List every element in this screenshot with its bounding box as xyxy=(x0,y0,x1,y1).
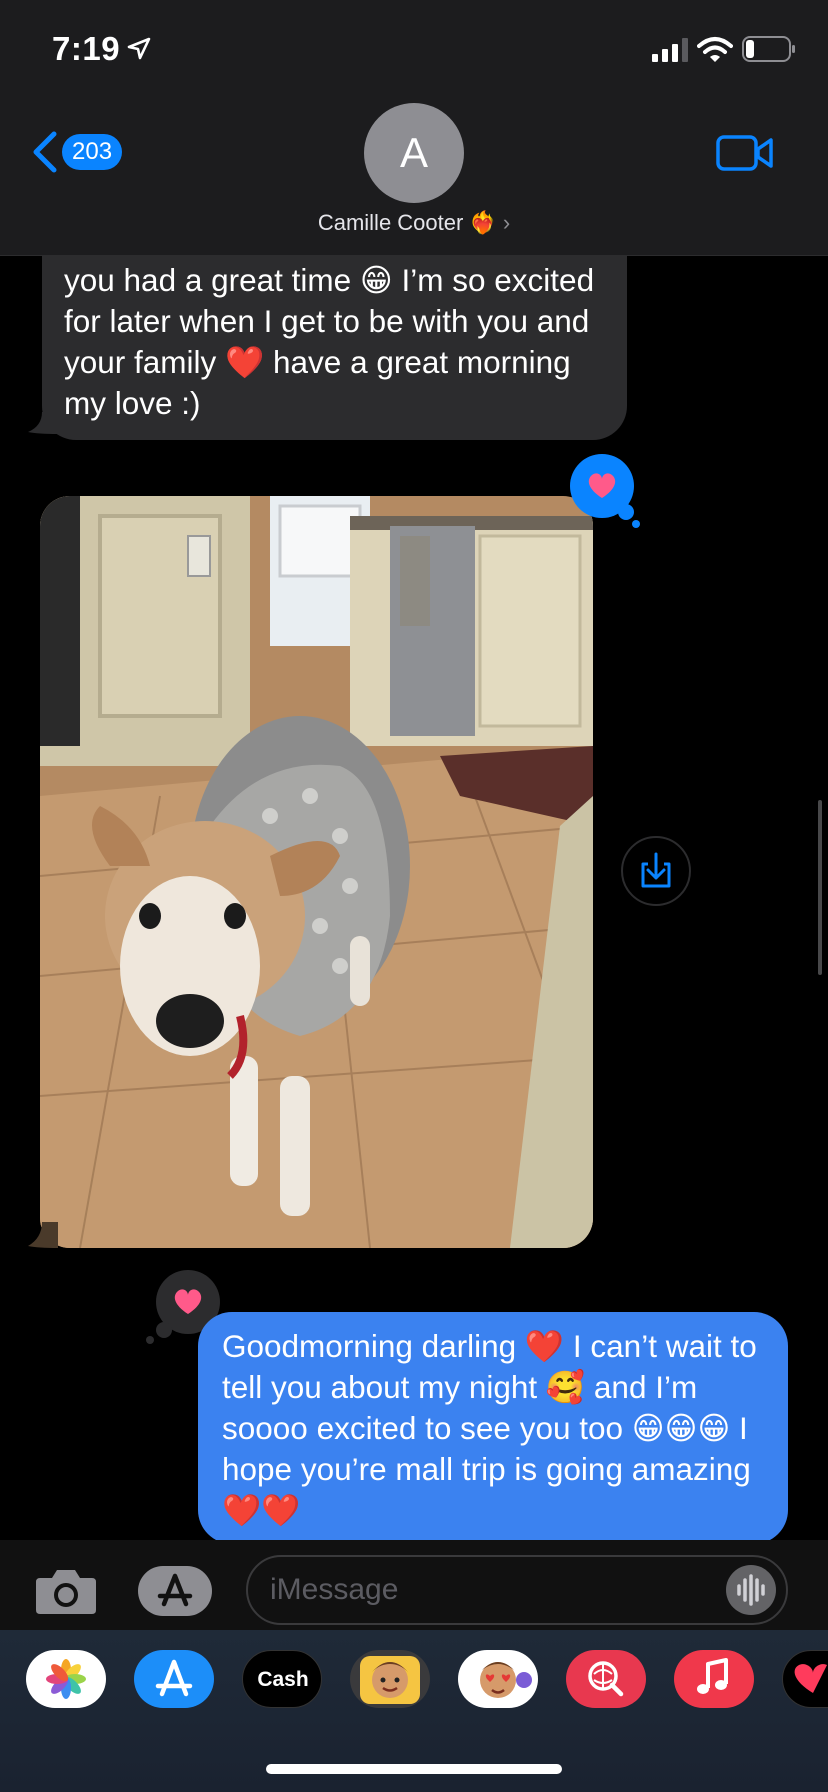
app-store-app-icon[interactable] xyxy=(134,1650,214,1708)
dog-photo-image xyxy=(40,496,593,1248)
apple-cash-label: Cash xyxy=(257,1668,309,1691)
dictation-button[interactable] xyxy=(726,1565,776,1615)
contact-chevron-icon: › xyxy=(502,210,511,235)
imessage-input[interactable] xyxy=(270,1557,710,1623)
cellular-signal-icon xyxy=(652,38,688,62)
photo-bubble-tail xyxy=(28,1222,58,1248)
contact-avatar[interactable]: A xyxy=(364,103,464,203)
contact-name-label: Camille Cooter ❤️‍🔥 xyxy=(317,210,497,235)
incoming-bubble-tail xyxy=(28,412,58,434)
camera-icon[interactable] xyxy=(34,1566,98,1616)
status-time: 7:19 xyxy=(52,30,121,67)
save-photo-button[interactable] xyxy=(621,836,691,906)
contact-name[interactable]: Camille Cooter ❤️‍🔥 › xyxy=(0,210,828,236)
incoming-message-bubble[interactable]: you had a great time 😁 I’m so excited fo… xyxy=(42,240,627,440)
scroll-indicator[interactable] xyxy=(818,800,822,975)
animoji-app-icon[interactable] xyxy=(458,1650,538,1708)
music-app-icon[interactable] xyxy=(674,1650,754,1708)
images-search-app-icon[interactable] xyxy=(566,1650,646,1708)
facetime-video-icon[interactable] xyxy=(716,133,774,173)
photos-app-icon[interactable] xyxy=(26,1650,106,1708)
home-indicator[interactable] xyxy=(266,1764,562,1774)
back-chevron-icon[interactable] xyxy=(30,130,60,174)
unread-count-badge[interactable]: 203 xyxy=(62,134,123,170)
battery-icon xyxy=(742,36,795,62)
location-arrow-icon xyxy=(127,37,151,60)
save-to-photos-icon xyxy=(641,852,671,888)
navigation-header: 7:19 203 A Camille Cooter ❤️‍🔥 › xyxy=(0,0,828,256)
memoji-app-icon[interactable] xyxy=(350,1650,430,1708)
app-store-button[interactable] xyxy=(138,1566,212,1616)
heart-reaction-icon[interactable] xyxy=(568,452,640,530)
app-store-icon xyxy=(157,1573,193,1607)
dictation-waveform-icon xyxy=(737,1574,765,1606)
outgoing-message-bubble[interactable]: Goodmorning darling ❤️ I can’t wait to t… xyxy=(198,1312,788,1544)
imessage-input-field[interactable] xyxy=(246,1555,788,1625)
dog-photo-message[interactable] xyxy=(40,496,593,1248)
apple-cash-app-icon[interactable]: Cash xyxy=(242,1650,322,1708)
wifi-icon xyxy=(697,37,733,62)
